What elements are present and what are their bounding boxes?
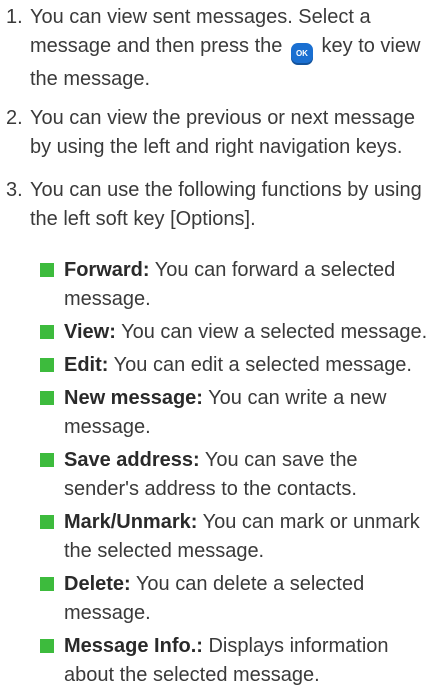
option-text: Edit: You can edit a selected message. (64, 351, 430, 380)
step-text: You can view the previous or next messag… (30, 107, 416, 158)
option-term: Forward: (64, 259, 150, 281)
step-number: 2. (6, 107, 23, 129)
option-term: Edit: (64, 354, 109, 376)
option-new-message: New message: You can write a new message… (40, 384, 430, 442)
option-text: Save address: You can save the sender's … (64, 446, 430, 504)
step-number: 1. (6, 6, 23, 28)
option-term: View: (64, 321, 116, 343)
option-desc: You can view a selected message. (121, 321, 428, 343)
option-view: View: You can view a selected message. (40, 318, 430, 347)
step-1: 1. You can view sent messages. Select a … (6, 3, 426, 94)
option-text: Forward: You can forward a selected mess… (64, 256, 430, 314)
green-square-bullet-icon (40, 358, 54, 372)
option-term: Mark/Unmark: (64, 511, 198, 533)
step-number: 3. (6, 179, 23, 201)
option-edit: Edit: You can edit a selected message. (40, 351, 430, 380)
step-text-before: You can view sent messages. Select a mes… (30, 6, 371, 57)
option-save-address: Save address: You can save the sender's … (40, 446, 430, 504)
step-text: You can use the following functions by u… (30, 179, 422, 230)
option-text: View: You can view a selected message. (64, 318, 430, 347)
option-text: Message Info.: Displays information abou… (64, 632, 430, 690)
step-text: You can view sent messages. Select a mes… (30, 3, 426, 94)
option-message-info: Message Info.: Displays information abou… (40, 632, 430, 690)
step-2: 2. You can view the previous or next mes… (6, 104, 426, 162)
green-square-bullet-icon (40, 325, 54, 339)
option-delete: Delete: You can delete a selected messag… (40, 570, 430, 628)
option-text: New message: You can write a new message… (64, 384, 430, 442)
green-square-bullet-icon (40, 391, 54, 405)
green-square-bullet-icon (40, 515, 54, 529)
green-square-bullet-icon (40, 639, 54, 653)
option-term: Delete: (64, 573, 131, 595)
green-square-bullet-icon (40, 453, 54, 467)
option-term: New message: (64, 387, 203, 409)
green-square-bullet-icon (40, 577, 54, 591)
option-mark-unmark: Mark/Unmark: You can mark or unmark the … (40, 508, 430, 566)
option-text: Delete: You can delete a selected messag… (64, 570, 430, 628)
option-term: Message Info.: (64, 635, 203, 657)
ok-key-icon: OK (290, 43, 313, 65)
manual-page: 1. You can view sent messages. Select a … (0, 0, 434, 686)
green-square-bullet-icon (40, 263, 54, 277)
option-text: Mark/Unmark: You can mark or unmark the … (64, 508, 430, 566)
option-term: Save address: (64, 449, 200, 471)
option-desc: You can edit a selected message. (113, 354, 412, 376)
option-forward: Forward: You can forward a selected mess… (40, 256, 430, 314)
step-3: 3. You can use the following functions b… (6, 176, 426, 234)
